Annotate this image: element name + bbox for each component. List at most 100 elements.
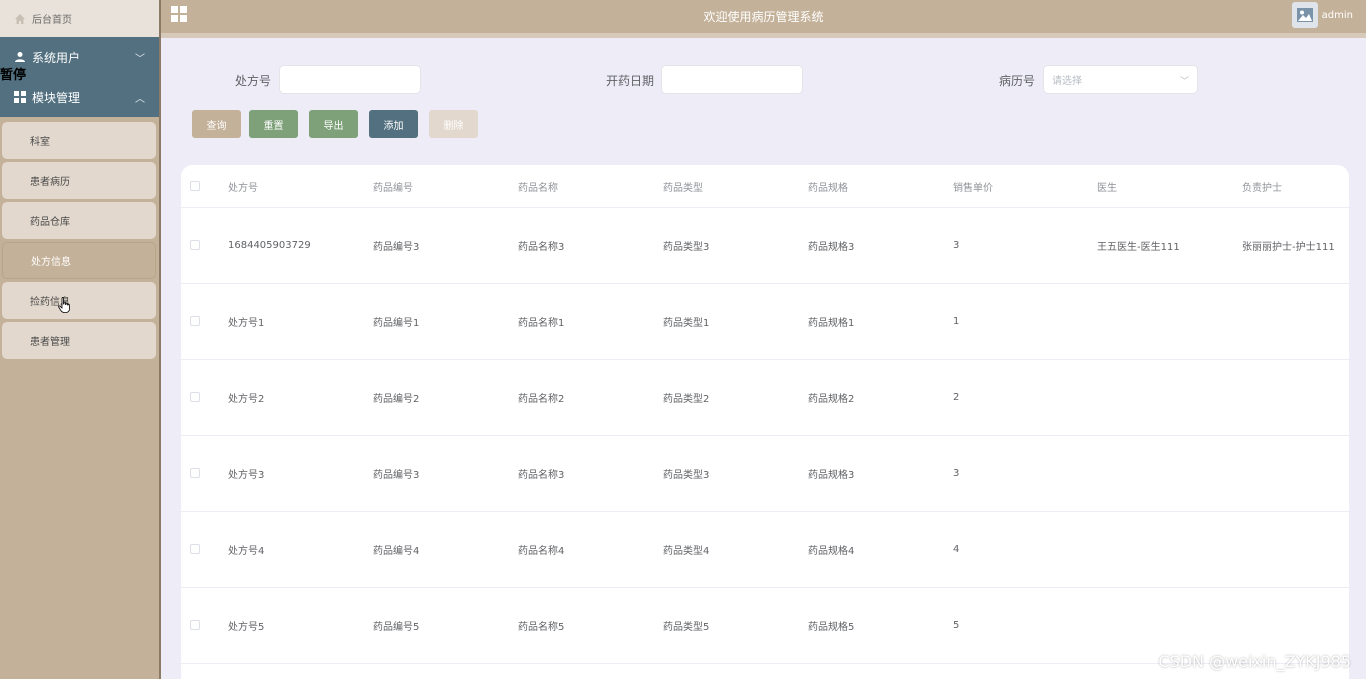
export-button[interactable]: 导出 [309,110,358,138]
sidebar-item-label: 科室 [30,137,50,148]
table-cell: 药品类型2 [663,394,710,405]
sidebar-item-drug-warehouse[interactable]: 药品仓库 [2,202,156,239]
table-cell: 药品规格3 [808,470,855,481]
table-row[interactable]: 1684405903729 药品编号3 药品名称3 药品类型3 药品规格3 3 … [181,208,1349,284]
pause-overlay-text: 暂停 [0,68,27,83]
delete-button[interactable]: 删除 [429,110,478,138]
table-header: 处方号 药品编号 药品名称 药品类型 药品规格 销售单价 医生 负责护士 [181,165,1349,208]
column-header[interactable]: 处方号 [228,165,258,207]
avatar[interactable] [1292,2,1318,28]
sidebar: 后台首页 系统用户 ﹀ 模块管理 ︿ 科室 患者病历 药品仓库 处方信息 捡药信… [0,0,159,679]
record-number-select[interactable]: 请选择 ﹀ [1043,65,1198,94]
prescription-number-label: 处方号 [235,74,272,88]
table-cell: 药品类型1 [663,318,710,329]
table-cell: 药品名称1 [518,318,565,329]
table-cell: 药品编号5 [373,622,420,633]
query-button[interactable]: 查询 [192,110,241,138]
table-cell: 药品名称4 [518,546,565,557]
column-header[interactable]: 医生 [1097,165,1117,207]
sidebar-item-label: 药品仓库 [30,217,70,228]
row-checkbox[interactable] [190,468,200,478]
select-placeholder: 请选择 [1052,76,1082,87]
row-checkbox[interactable] [190,240,200,250]
column-header[interactable]: 药品规格 [808,165,848,207]
table-cell: 药品编号4 [373,546,420,557]
grid-icon [14,91,26,103]
table-cell: 药品规格1 [808,318,855,329]
table-cell: 药品编号3 [373,470,420,481]
table-cell: 处方号1 [228,318,265,329]
table-cell: 处方号2 [228,394,265,405]
select-all-checkbox[interactable] [190,181,200,191]
home-icon [14,13,26,25]
image-icon [1297,8,1313,22]
table-cell: 药品规格5 [808,622,855,633]
sidebar-item-label: 后台首页 [32,15,72,26]
column-header[interactable]: 药品类型 [663,165,703,207]
sidebar-group-label: 模块管理 [32,90,81,105]
sidebar-item-label: 处方信息 [31,257,71,268]
add-button[interactable]: 添加 [369,110,418,138]
prescribe-date-input[interactable] [661,65,803,94]
table-cell: 药品编号3 [373,242,420,253]
table-cell: 药品规格2 [808,394,855,405]
watermark: CSDN @weixin_ZYKJ985 [1158,652,1351,671]
table-cell: 2 [953,392,960,403]
sidebar-item-home[interactable]: 后台首页 [0,0,159,37]
chevron-down-icon: ﹀ [135,54,145,65]
row-checkbox[interactable] [190,620,200,630]
table-cell: 药品类型3 [663,470,710,481]
table-cell: 药品规格3 [808,242,855,253]
table-row[interactable]: 处方号1 药品编号1 药品名称1 药品类型1 药品规格1 1 [181,284,1349,360]
chevron-up-icon: ︿ [135,94,145,105]
table-cell: 药品名称5 [518,622,565,633]
column-header[interactable]: 药品编号 [373,165,413,207]
main-content: 处方号 开药日期 病历号 请选择 ﹀ 查询 重置 导出 添加 删除 处方号 药品… [161,38,1366,679]
table-row[interactable]: 处方号2 药品编号2 药品名称2 药品类型2 药品规格2 2 [181,360,1349,436]
prescription-number-input[interactable] [279,65,421,94]
table-cell: 3 [953,468,960,479]
column-header[interactable]: 负责护士 [1242,165,1282,207]
table-cell: 4 [953,544,960,555]
table-cell: 5 [953,620,960,631]
column-header[interactable]: 销售单价 [953,165,993,207]
hand-cursor-icon [58,297,70,313]
sidebar-item-label: 患者管理 [30,337,70,348]
table-cell: 1 [953,316,960,327]
row-checkbox[interactable] [190,544,200,554]
sidebar-item-prescription[interactable]: 处方信息 [2,242,156,279]
page-title: 欢迎使用病历管理系统 [703,10,824,24]
table-cell: 3 [953,240,960,251]
table-cell: 药品编号2 [373,394,420,405]
table-row[interactable]: 处方号4 药品编号4 药品名称4 药品类型4 药品规格4 4 [181,512,1349,588]
sidebar-item-label: 患者病历 [30,177,70,188]
topbar: 欢迎使用病历管理系统 admin [161,0,1366,33]
user-icon [14,51,26,63]
table-cell: 1684405903729 [228,240,311,251]
reset-button[interactable]: 重置 [249,110,298,138]
table-cell: 张丽丽护士-护士111 [1242,242,1335,253]
table-cell: 药品类型4 [663,546,710,557]
prescribe-date-label: 开药日期 [606,74,655,88]
sidebar-group-module-management[interactable]: 模块管理 ︿ [0,77,159,117]
row-checkbox[interactable] [190,316,200,326]
table-cell: 药品名称3 [518,242,565,253]
table-cell: 处方号5 [228,622,265,633]
sidebar-item-department[interactable]: 科室 [2,122,156,159]
chevron-down-icon: ﹀ [1179,77,1189,87]
username[interactable]: admin [1322,10,1353,21]
prescription-table: 处方号 药品编号 药品名称 药品类型 药品规格 销售单价 医生 负责护士 168… [181,165,1349,679]
table-cell: 药品名称3 [518,470,565,481]
sidebar-item-patient-records[interactable]: 患者病历 [2,162,156,199]
sidebar-item-patient-management[interactable]: 患者管理 [2,322,156,359]
sidebar-group-label: 系统用户 [32,50,81,65]
record-number-label: 病历号 [999,74,1036,88]
table-row[interactable]: 处方号3 药品编号3 药品名称3 药品类型3 药品规格3 3 [181,436,1349,512]
table-cell: 药品规格4 [808,546,855,557]
table-cell: 药品名称2 [518,394,565,405]
sidebar-item-drug-picking[interactable]: 捡药信息 [2,282,156,319]
sidebar-submenu: 科室 患者病历 药品仓库 处方信息 捡药信息 患者管理 [0,117,159,359]
row-checkbox[interactable] [190,392,200,402]
column-header[interactable]: 药品名称 [518,165,558,207]
table-cell: 药品类型3 [663,242,710,253]
